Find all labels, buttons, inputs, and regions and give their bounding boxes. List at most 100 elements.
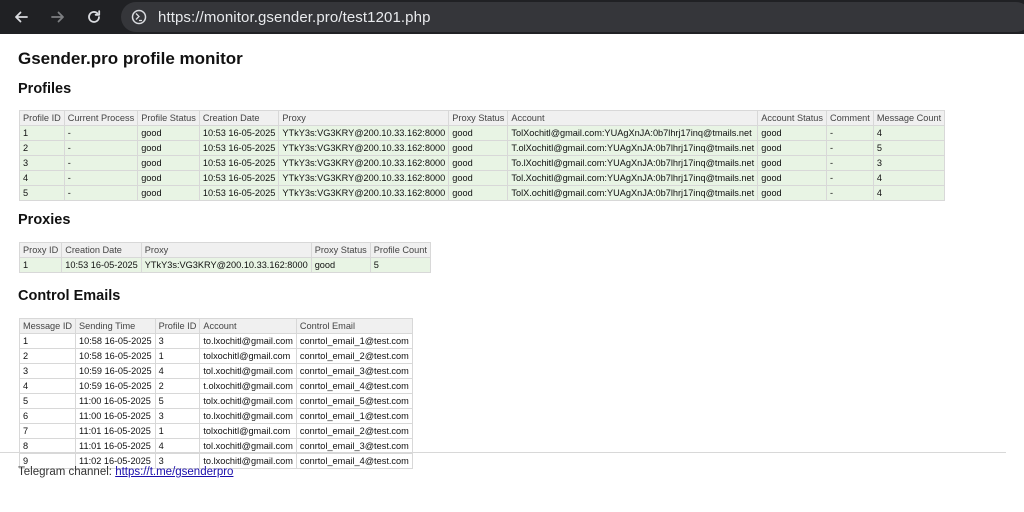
table-cell: Tol.Xochitl@gmail.com:YUAgXnJA:0b7lhrj17… xyxy=(507,170,759,186)
table-cell: 1 xyxy=(19,125,65,141)
table-cell: - xyxy=(826,170,874,186)
table-row: 1- good 10:53 16-05-2025 YTkY3s:VG3KRY@200.… xyxy=(19,125,946,141)
table-cell: 11:01 16-05-2025 xyxy=(75,423,156,439)
table-cell: conrtol_email_5@test.com xyxy=(295,393,413,409)
reload-button[interactable] xyxy=(76,0,112,34)
table-cell: 4 xyxy=(872,170,946,186)
table-cell: - xyxy=(63,185,139,201)
table-row: 2- good 10:53 16-05-2025 YTkY3s:VG3KRY@200.… xyxy=(19,140,946,156)
table-cell: 10:59 16-05-2025 xyxy=(75,378,156,394)
table-cell: 5 xyxy=(872,140,946,156)
control-emails-heading: Control Emails xyxy=(18,288,121,304)
back-button[interactable] xyxy=(3,0,39,34)
table-cell: good xyxy=(757,140,828,156)
table-cell: good xyxy=(448,185,509,201)
column-header: Message Count xyxy=(872,110,946,126)
table-cell: To.lXochitl@gmail.com:YUAgXnJA:0b7lhrj17… xyxy=(507,155,759,171)
table-cell: 2 xyxy=(154,378,201,394)
column-header: Account xyxy=(199,318,297,334)
table-cell: - xyxy=(826,185,874,201)
table-cell: - xyxy=(63,125,139,141)
column-header: Comment xyxy=(826,110,874,126)
reload-icon xyxy=(88,10,101,23)
column-header: Profile Count xyxy=(369,242,431,258)
table-cell: TolX.ochitl@gmail.com:YUAgXnJA:0b7lhrj17… xyxy=(507,185,759,201)
table-cell: 5 xyxy=(18,393,77,409)
table-cell: 7 xyxy=(18,423,77,439)
table-cell: conrtol_email_4@test.com xyxy=(295,453,413,469)
table-header-row: Profile ID Current Process Profile Status C… xyxy=(19,110,946,126)
column-header: Account xyxy=(507,110,759,126)
table-cell: good xyxy=(448,125,509,141)
table-cell: good xyxy=(448,170,509,186)
table-cell: 1 xyxy=(154,348,201,364)
column-header: Proxy Status xyxy=(448,110,509,126)
telegram-link[interactable]: https://t.me/gsenderpro xyxy=(115,466,233,478)
table-cell: 4 xyxy=(18,378,77,394)
footer-divider xyxy=(0,452,1006,453)
table-cell: 2 xyxy=(19,140,65,156)
table-cell: good xyxy=(448,155,509,171)
table-cell: - xyxy=(63,155,139,171)
site-info-icon[interactable] xyxy=(130,8,148,26)
table-cell: conrtol_email_4@test.com xyxy=(295,378,413,394)
table-cell: conrtol_email_1@test.com xyxy=(295,408,413,424)
table-cell: conrtol_email_1@test.com xyxy=(295,333,413,349)
table-cell: good xyxy=(757,155,828,171)
table-cell: 1 xyxy=(18,257,63,273)
table-cell: YTkY3s:VG3KRY@200.10.33.162:8000 xyxy=(278,125,450,141)
table-cell: conrtol_email_2@test.com xyxy=(295,348,413,364)
column-header: Proxy xyxy=(278,110,450,126)
table-cell: tolxochitl@gmail.com xyxy=(199,348,297,364)
back-arrow-icon xyxy=(15,11,28,23)
table-cell: YTkY3s:VG3KRY@200.10.33.162:8000 xyxy=(278,185,450,201)
table-cell: 11:00 16-05-2025 xyxy=(75,393,156,409)
table-cell: good xyxy=(137,140,200,156)
table-cell: 3 xyxy=(18,363,77,379)
forward-button[interactable] xyxy=(40,0,76,34)
column-header: Profile ID xyxy=(154,318,201,334)
table-cell: YTkY3s:VG3KRY@200.10.33.162:8000 xyxy=(278,170,450,186)
table-cell: - xyxy=(826,140,874,156)
table-row: 7 11:01 16-05-2025 1 tolxochitl@gmail.com co… xyxy=(18,423,413,439)
table-cell: 10:53 16-05-2025 xyxy=(198,170,280,186)
footer: Telegram channel: https://t.me/gsenderpr… xyxy=(18,466,233,478)
column-header: Profile Status xyxy=(137,110,200,126)
table-cell: 10:59 16-05-2025 xyxy=(75,363,156,379)
proxies-table: Proxy ID Creation Date Proxy Proxy Status Pr… xyxy=(18,242,431,273)
table-header-row: Proxy ID Creation Date Proxy Proxy Status Pr… xyxy=(18,242,431,258)
column-header: Profile ID xyxy=(19,110,65,126)
browser-toolbar: https://monitor.gsender.pro/test1201.php xyxy=(0,0,1024,34)
table-cell: 1 xyxy=(18,333,77,349)
table-cell: - xyxy=(63,140,139,156)
table-cell: 6 xyxy=(18,408,77,424)
url-text: https://monitor.gsender.pro/test1201.php xyxy=(158,8,431,26)
table-cell: YTkY3s:VG3KRY@200.10.33.162:8000 xyxy=(278,140,450,156)
table-cell: 4 xyxy=(154,363,201,379)
table-cell: YTkY3s:VG3KRY@200.10.33.162:8000 xyxy=(278,155,450,171)
column-header: Proxy xyxy=(140,242,312,258)
table-cell: good xyxy=(757,170,828,186)
table-cell: T.olXochitl@gmail.com:YUAgXnJA:0b7lhrj17… xyxy=(507,140,759,156)
column-header: Proxy Status xyxy=(310,242,371,258)
telegram-label: Telegram channel: xyxy=(18,466,112,478)
table-cell: good xyxy=(310,257,371,273)
page-title: Gsender.pro profile monitor xyxy=(18,49,243,68)
table-cell: good xyxy=(137,170,200,186)
column-header: Creation Date xyxy=(198,110,280,126)
profiles-table: Profile ID Current Process Profile Status C… xyxy=(19,110,946,201)
table-cell: 1 xyxy=(154,423,201,439)
table-cell: - xyxy=(826,125,874,141)
table-row: 5- good 10:53 16-05-2025 YTkY3s:VG3KRY@200.… xyxy=(19,185,946,201)
column-header: Current Process xyxy=(63,110,139,126)
profiles-heading: Profiles xyxy=(18,81,72,97)
table-cell: tol.xochitl@gmail.com xyxy=(199,363,297,379)
table-cell: 2 xyxy=(18,348,77,364)
table-cell: 10:58 16-05-2025 xyxy=(75,333,156,349)
address-bar[interactable]: https://monitor.gsender.pro/test1201.php xyxy=(121,2,1024,32)
table-cell: conrtol_email_2@test.com xyxy=(295,423,413,439)
column-header: Message ID xyxy=(18,318,77,334)
table-cell: t.olxochitl@gmail.com xyxy=(199,378,297,394)
table-cell: good xyxy=(448,140,509,156)
table-cell: 10:53 16-05-2025 xyxy=(61,257,142,273)
